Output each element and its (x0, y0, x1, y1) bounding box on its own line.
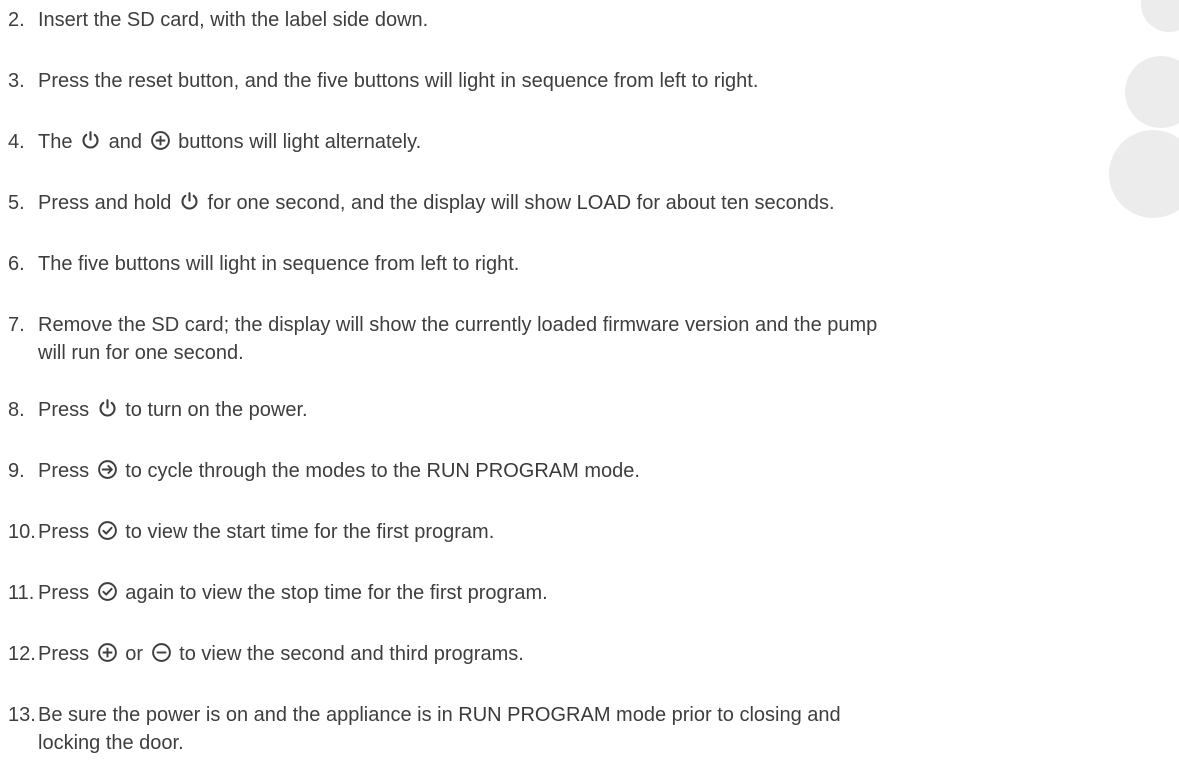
minus-circle-icon (151, 642, 172, 663)
step-text-fragment: or (119, 643, 149, 665)
step-text-continuation: will run for one second. (38, 342, 244, 364)
mode-name: LOAD (576, 192, 632, 214)
step-item: 8. Press to turn on the power. (8, 396, 308, 424)
step-number: 11. (8, 582, 35, 604)
step-text-fragment: mode prior to closing and (610, 704, 841, 726)
step-text: The five buttons will light in sequence … (38, 253, 519, 275)
step-text-fragment: Remove the SD card; the display will sho… (38, 314, 878, 336)
mode-name: RUN PROGRAM (426, 460, 579, 482)
step-text-fragment: and (103, 131, 148, 153)
step-text: Press to cycle through the modes to the … (38, 460, 640, 482)
step-text: Be sure the power is on and the applianc… (38, 704, 841, 726)
step-number: 9. (8, 460, 25, 482)
step-text: Insert the SD card, with the label side … (38, 9, 428, 31)
arrow-right-circle-icon (97, 459, 118, 480)
power-icon (97, 398, 118, 419)
step-item: 7. Remove the SD card; the display will s… (8, 311, 877, 367)
step-text: Press the reset button, and the five but… (38, 70, 758, 92)
step-number: 6. (8, 253, 25, 275)
step-text: Press and hold for one second, and the d… (38, 192, 835, 214)
step-item: 6. The five buttons will light in sequenc… (8, 250, 519, 278)
step-text-fragment: again to view the stop time for the firs… (119, 582, 548, 604)
step-text-fragment: The (38, 131, 79, 153)
step-text-fragment: to turn on the power. (119, 399, 308, 421)
step-item: 9. Press to cycle through the modes to th… (8, 457, 640, 485)
step-item: 3. Press the reset button, and the five b… (8, 67, 758, 95)
step-text-fragment: Press (38, 460, 95, 482)
step-text-fragment: mode. (578, 460, 640, 482)
step-number: 8. (8, 399, 25, 421)
step-number: 7. (8, 314, 25, 336)
step-item: 11. Press again to view the stop time for… (8, 579, 548, 607)
decorative-dot-top (1141, 0, 1179, 32)
step-text-fragment: Press (38, 521, 95, 543)
step-number: 3. (8, 70, 25, 92)
step-text: The and buttons will light alternately. (38, 131, 421, 153)
step-number: 12. (8, 643, 36, 665)
plus-circle-icon (150, 130, 171, 151)
step-text-fragment: Press the reset button, and the five but… (38, 70, 759, 92)
check-circle-icon (97, 520, 118, 541)
step-number: 2. (8, 9, 25, 31)
step-text-fragment: to view the start time for the first pro… (119, 521, 495, 543)
step-text: Press to turn on the power. (38, 399, 308, 421)
power-icon (179, 191, 200, 212)
step-item: 10. Press to view the start time for the … (8, 518, 494, 546)
step-item: 2. Insert the SD card, with the label sid… (8, 6, 428, 34)
step-text-fragment: to view the second and third programs. (173, 643, 524, 665)
step-text: Press or to view the second and third pr… (38, 643, 524, 665)
step-number: 10. (8, 521, 36, 543)
step-item: 4. The and buttons will light alternately… (8, 128, 421, 156)
step-text: Press to view the start time for the fir… (38, 521, 494, 543)
step-number: 4. (8, 131, 25, 153)
step-number: 5. (8, 192, 25, 214)
step-item: 13. Be sure the power is on and the appli… (8, 701, 841, 757)
step-item: 5. Press and hold for one second, and the… (8, 189, 835, 217)
decorative-dot-bottom (1109, 130, 1179, 218)
step-text-fragment: Be sure the power is on and the applianc… (38, 704, 459, 726)
decorative-dot-middle (1125, 56, 1179, 128)
check-circle-icon (97, 581, 118, 602)
step-text-fragment: Press (38, 643, 95, 665)
mode-name: RUN PROGRAM (458, 704, 611, 726)
step-text-fragment: The five buttons will light in sequence … (38, 253, 520, 275)
step-text-fragment: Press (38, 582, 95, 604)
step-text-fragment: buttons will light alternately. (172, 131, 422, 153)
step-text-fragment: to cycle through the modes to the (119, 460, 427, 482)
step-text-continuation: locking the door. (38, 732, 184, 754)
step-text-fragment: for about ten seconds. (631, 192, 835, 214)
step-number: 13. (8, 704, 36, 726)
step-text: Remove the SD card; the display will sho… (38, 314, 877, 336)
step-item: 12. Press or to view the second and third… (8, 640, 524, 668)
step-text-fragment: Insert the SD card, with the label side … (38, 9, 429, 31)
step-text-fragment: Press and hold (38, 192, 177, 214)
power-icon (80, 130, 101, 151)
step-text-fragment: Press (38, 399, 95, 421)
step-text-fragment: for one second, and the display will sho… (201, 192, 577, 214)
step-text: Press again to view the stop time for th… (38, 582, 548, 604)
plus-circle-icon (97, 642, 118, 663)
